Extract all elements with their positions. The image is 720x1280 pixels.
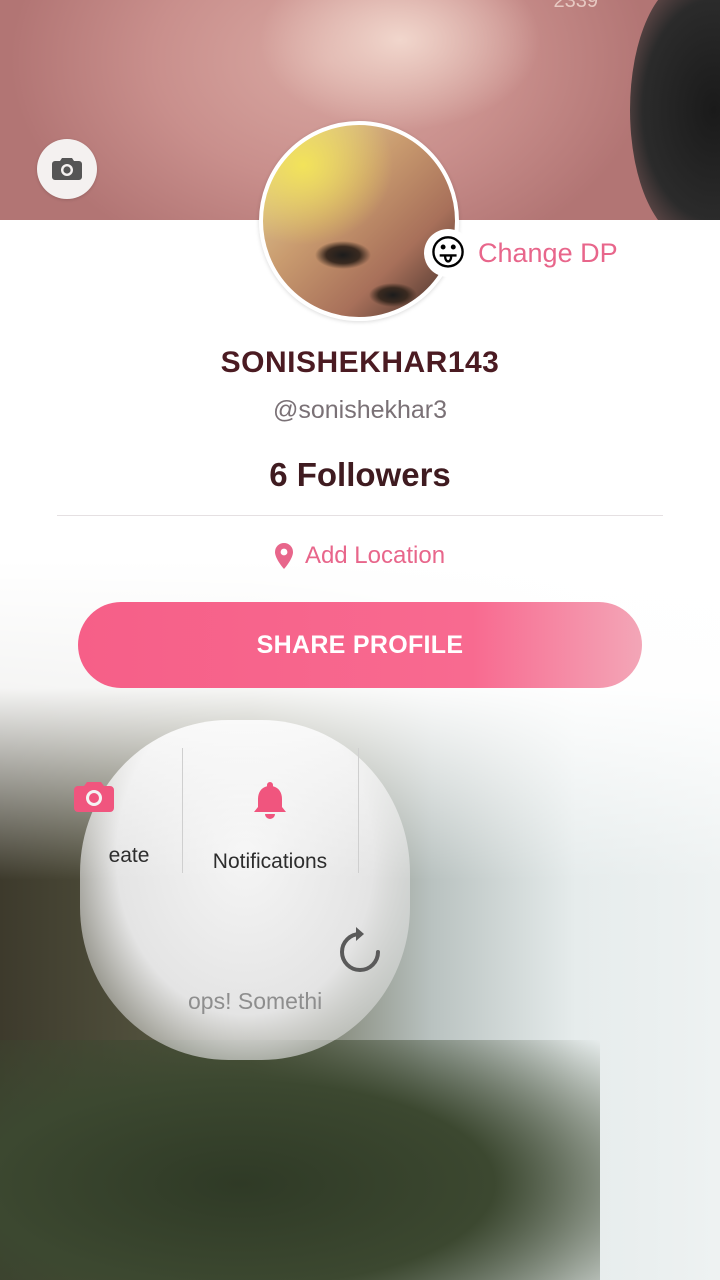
share-profile-button[interactable]: SHARE PROFILE [78, 602, 642, 688]
retry-button[interactable] [338, 926, 382, 979]
cover-count: 2339 [553, 0, 599, 12]
create-label: eate [108, 844, 150, 867]
tongue-emoji-icon: 😛 [424, 229, 472, 277]
add-location-button[interactable]: Add Location [0, 542, 720, 570]
create-button[interactable]: eate [6, 780, 182, 868]
error-message: ops! Somethi [188, 988, 323, 1014]
location-pin-icon [274, 543, 293, 569]
change-dp-button[interactable]: 😛 Change DP [424, 229, 618, 277]
profile-username: SONISHEKHAR143 [220, 346, 500, 379]
notifications-button[interactable]: Notifications [182, 780, 358, 874]
cover-hair [630, 0, 720, 220]
camera-icon [52, 158, 82, 180]
followers-count[interactable]: 6 Followers [0, 456, 720, 494]
notifications-label: Notifications [212, 850, 328, 873]
camera-icon [74, 782, 114, 812]
divider-vertical [358, 748, 359, 873]
background-trees [0, 1040, 600, 1280]
profile-handle: @sonishekhar3 [272, 396, 448, 424]
bell-icon [254, 782, 286, 819]
add-location-label: Add Location [304, 542, 446, 569]
profile-avatar[interactable] [259, 121, 459, 321]
change-cover-button[interactable] [37, 139, 97, 199]
divider [57, 515, 663, 516]
change-dp-label: Change DP [478, 237, 618, 268]
refresh-icon [340, 927, 380, 972]
